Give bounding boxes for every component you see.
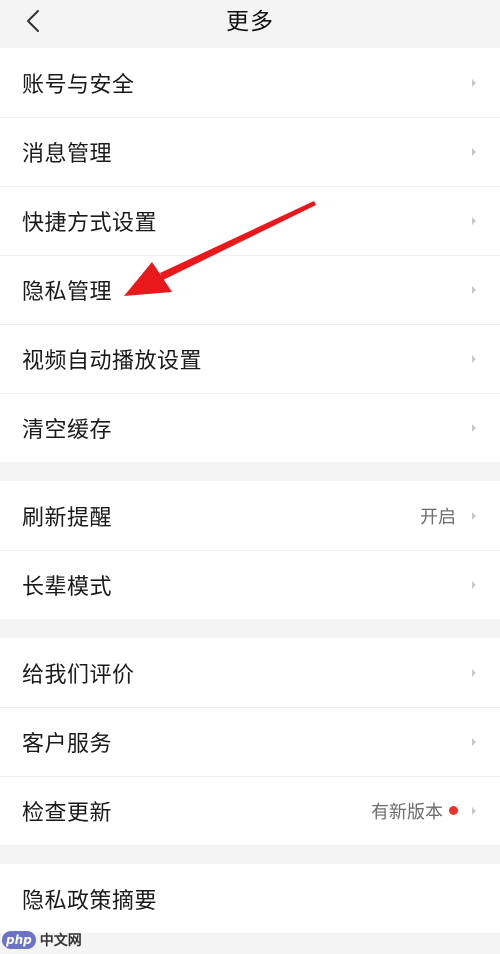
page-title: 更多: [226, 9, 274, 35]
watermark-text: 中文网: [39, 933, 82, 949]
row-label: 消息管理: [22, 141, 113, 167]
chevron-right-icon: [470, 146, 478, 158]
chevron-right-icon: [470, 77, 478, 89]
row-value: 有新版本: [371, 801, 443, 823]
chevron-right-icon: [470, 284, 478, 296]
settings-group-support: 给我们评价 客户服务 检查更新 有新版本: [0, 638, 500, 845]
row-customer-service[interactable]: 客户服务: [0, 707, 500, 776]
row-account-security[interactable]: 账号与安全: [0, 48, 500, 117]
row-label: 给我们评价: [22, 662, 135, 688]
row-label: 清空缓存: [22, 417, 113, 443]
row-label: 快捷方式设置: [22, 210, 158, 236]
row-refresh-reminder[interactable]: 刷新提醒 开启: [0, 481, 500, 550]
row-label: 客户服务: [22, 731, 113, 757]
back-button[interactable]: [18, 6, 48, 36]
watermark-logo: php 中文网: [2, 930, 82, 950]
chevron-right-icon: [470, 805, 478, 817]
row-label: 账号与安全: [22, 72, 135, 98]
chevron-right-icon: [470, 667, 478, 679]
row-label: 视频自动播放设置: [22, 348, 203, 374]
row-shortcut-settings[interactable]: 快捷方式设置: [0, 186, 500, 255]
chevron-right-icon: [470, 422, 478, 434]
settings-group-policy: 隐私政策摘要: [0, 864, 500, 933]
row-value: 开启: [420, 506, 456, 528]
chevron-right-icon: [470, 215, 478, 227]
settings-group-display: 刷新提醒 开启 长辈模式: [0, 481, 500, 619]
row-privacy-policy-summary[interactable]: 隐私政策摘要: [0, 864, 500, 933]
row-elder-mode[interactable]: 长辈模式: [0, 550, 500, 619]
group-spacer: [0, 462, 500, 481]
update-badge-dot: [449, 806, 458, 815]
chevron-left-icon: [27, 10, 39, 32]
settings-group-account: 账号与安全 消息管理 快捷方式设置 隐私管理 视频自动播放设置 清空缓存: [0, 48, 500, 462]
chevron-right-icon: [470, 510, 478, 522]
watermark-badge: php: [2, 931, 36, 949]
group-spacer: [0, 619, 500, 638]
chevron-right-icon: [470, 736, 478, 748]
row-label: 长辈模式: [22, 574, 113, 600]
group-spacer: [0, 845, 500, 864]
row-label: 刷新提醒: [22, 505, 113, 531]
row-rate-us[interactable]: 给我们评价: [0, 638, 500, 707]
row-label: 检查更新: [22, 800, 113, 826]
row-clear-cache[interactable]: 清空缓存: [0, 393, 500, 462]
chevron-right-icon: [470, 579, 478, 591]
row-video-autoplay[interactable]: 视频自动播放设置: [0, 324, 500, 393]
row-message-management[interactable]: 消息管理: [0, 117, 500, 186]
nav-bar: 更多: [0, 0, 500, 48]
settings-screen: 更多 账号与安全 消息管理 快捷方式设置 隐私管理 视频自动播放设置 清空缓存: [0, 0, 500, 954]
row-check-update[interactable]: 检查更新 有新版本: [0, 776, 500, 845]
row-label: 隐私管理: [22, 279, 113, 305]
chevron-right-icon: [470, 353, 478, 365]
row-privacy-management[interactable]: 隐私管理: [0, 255, 500, 324]
row-label: 隐私政策摘要: [22, 888, 158, 914]
